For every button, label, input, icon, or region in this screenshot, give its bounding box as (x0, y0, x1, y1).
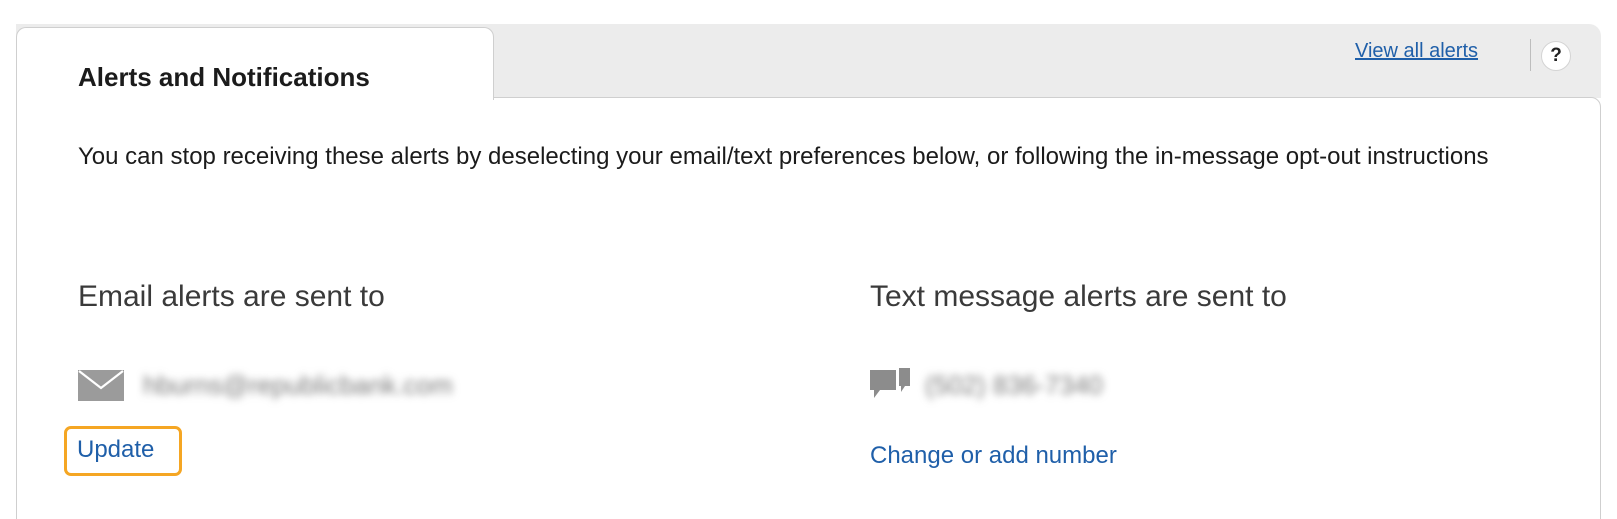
email-address: hburns@republicbank.com (143, 370, 453, 400)
alerts-widget: Alerts and Notifications View all alerts… (0, 0, 1617, 519)
phone-number: (502) 836-7340 (925, 370, 1103, 400)
intro-text: You can stop receiving these alerts by d… (78, 143, 1489, 170)
view-all-alerts-link[interactable]: View all alerts (1355, 40, 1478, 63)
update-email-link[interactable]: Update (64, 426, 182, 476)
help-icon[interactable]: ? (1541, 41, 1571, 71)
envelope-icon (78, 370, 124, 401)
change-number-link[interactable]: Change or add number (870, 442, 1117, 470)
tab-label: Alerts and Notifications (78, 62, 370, 92)
text-alerts-heading: Text message alerts are sent to (870, 280, 1287, 313)
tab-alerts-and-notifications[interactable]: Alerts and Notifications (16, 27, 494, 100)
email-alerts-heading: Email alerts are sent to (78, 280, 385, 313)
toolbar-divider (1530, 39, 1531, 71)
chat-icon (870, 368, 910, 398)
